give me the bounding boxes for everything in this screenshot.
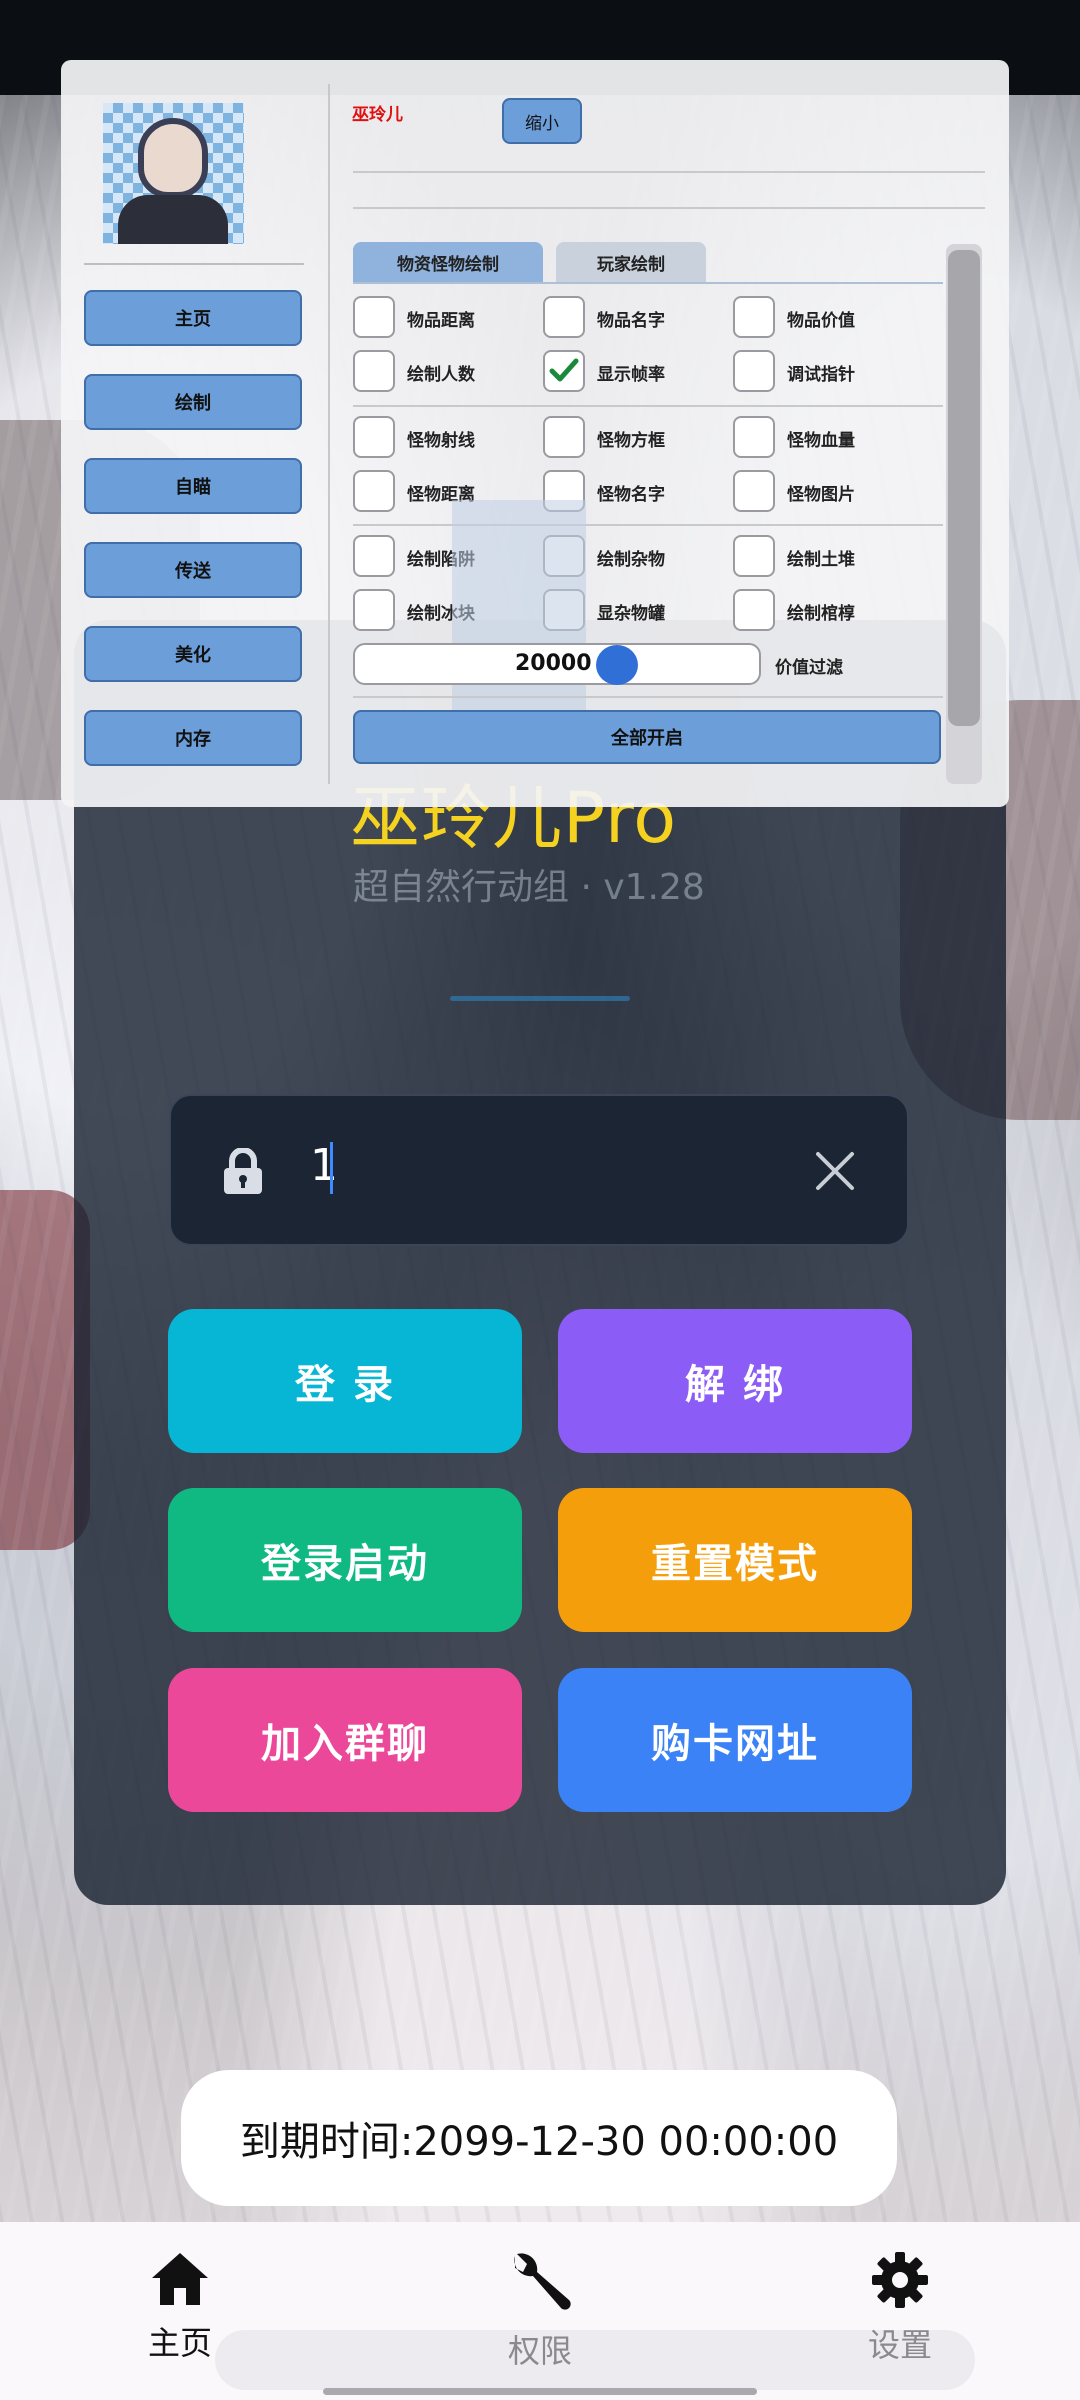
option-checkbox[interactable] (353, 350, 395, 392)
buy-card-button[interactable]: 购卡网址 (558, 1668, 912, 1812)
option-label: 怪物图片 (787, 485, 855, 505)
enable-all-button[interactable]: 全部开启 (353, 710, 941, 764)
option-checkbox[interactable] (733, 296, 775, 338)
side-button-draw[interactable]: 绘制 (84, 374, 302, 430)
option-checkbox[interactable] (733, 416, 775, 458)
option-label: 怪物名字 (597, 485, 665, 505)
option-label: 怪物射线 (407, 431, 475, 451)
option-checkbox[interactable] (733, 350, 775, 392)
wrench-icon (514, 2253, 571, 2310)
app-subtitle: 超自然行动组 · v1.28 (353, 867, 705, 908)
option-checkbox[interactable] (353, 470, 395, 512)
login-button[interactable]: 登 录 (168, 1309, 522, 1453)
nav-label-permission: 权限 (507, 2332, 572, 2370)
check-icon (549, 358, 579, 382)
nav-item-permission[interactable]: 权限 (470, 2250, 610, 2372)
login-launch-button[interactable]: 登录启动 (168, 1488, 522, 1632)
slider-knob[interactable] (596, 645, 638, 685)
option-label: 物品名字 (597, 311, 665, 331)
option-label: 绘制棺椁 (787, 604, 855, 624)
expiry-toast: 到期时间:2099-12-30 00:00:00 (181, 2070, 897, 2206)
nav-item-settings[interactable]: 设置 (830, 2250, 970, 2366)
tab-item-monster-draw[interactable]: 物资怪物绘制 (353, 242, 543, 282)
slider-label: 价值过滤 (775, 658, 843, 678)
section-divider (353, 405, 943, 407)
avatar-body (118, 195, 228, 244)
option-label: 物品价值 (787, 311, 855, 331)
side-button-aim[interactable]: 自瞄 (84, 458, 302, 514)
menu-divider (353, 207, 985, 209)
input-value: 1 (310, 1140, 338, 1191)
menu-divider (353, 171, 985, 173)
option-checkbox[interactable] (733, 470, 775, 512)
close-icon[interactable] (812, 1148, 858, 1194)
option-checkbox[interactable] (543, 350, 585, 392)
home-icon (152, 2253, 208, 2305)
section-divider (353, 696, 943, 698)
menu-divider (84, 263, 304, 265)
menu-divider (328, 84, 330, 784)
join-group-button[interactable]: 加入群聊 (168, 1668, 522, 1812)
gear-icon (872, 2252, 928, 2308)
option-label: 显示帧率 (597, 365, 665, 385)
option-checkbox[interactable] (543, 416, 585, 458)
nav-label-settings: 设置 (867, 2326, 932, 2364)
option-checkbox[interactable] (353, 589, 395, 631)
option-checkbox[interactable] (733, 589, 775, 631)
option-checkbox[interactable] (353, 535, 395, 577)
text-caret (330, 1142, 333, 1194)
slider-value: 20000 (515, 651, 592, 676)
option-label: 怪物血量 (787, 431, 855, 451)
option-label: 绘制人数 (407, 365, 475, 385)
reset-mode-button[interactable]: 重置模式 (558, 1488, 912, 1632)
tab-player-draw[interactable]: 玩家绘制 (556, 242, 706, 282)
tab-underline (353, 282, 943, 284)
option-checkbox[interactable] (733, 535, 775, 577)
option-label: 调试指针 (787, 365, 855, 385)
scrollbar-thumb[interactable] (948, 250, 980, 726)
lock-icon (224, 1148, 262, 1194)
option-checkbox[interactable] (353, 416, 395, 458)
option-label: 绘制土堆 (787, 550, 855, 570)
unbind-button[interactable]: 解 绑 (558, 1309, 912, 1453)
option-label: 绘制杂物 (597, 550, 665, 570)
avatar-face (138, 118, 208, 198)
shrink-button[interactable]: 缩小 (502, 98, 582, 144)
expiry-text: 到期时间:2099-12-30 00:00:00 (239, 2119, 839, 2165)
side-button-beautify[interactable]: 美化 (84, 626, 302, 682)
side-button-home[interactable]: 主页 (84, 290, 302, 346)
password-input[interactable] (169, 1094, 909, 1246)
side-button-memory[interactable]: 内存 (84, 710, 302, 766)
menu-username: 巫玲儿 (352, 105, 403, 125)
nav-item-home[interactable]: 主页 (110, 2250, 250, 2364)
option-checkbox[interactable] (353, 296, 395, 338)
option-checkbox[interactable] (543, 296, 585, 338)
nav-label-home: 主页 (147, 2324, 212, 2362)
section-divider (353, 524, 943, 526)
option-label: 怪物方框 (597, 431, 665, 451)
side-button-teleport[interactable]: 传送 (84, 542, 302, 598)
home-indicator[interactable] (323, 2388, 757, 2395)
option-label: 显杂物罐 (597, 604, 665, 624)
option-label: 物品距离 (407, 311, 475, 331)
divider (450, 996, 630, 1001)
